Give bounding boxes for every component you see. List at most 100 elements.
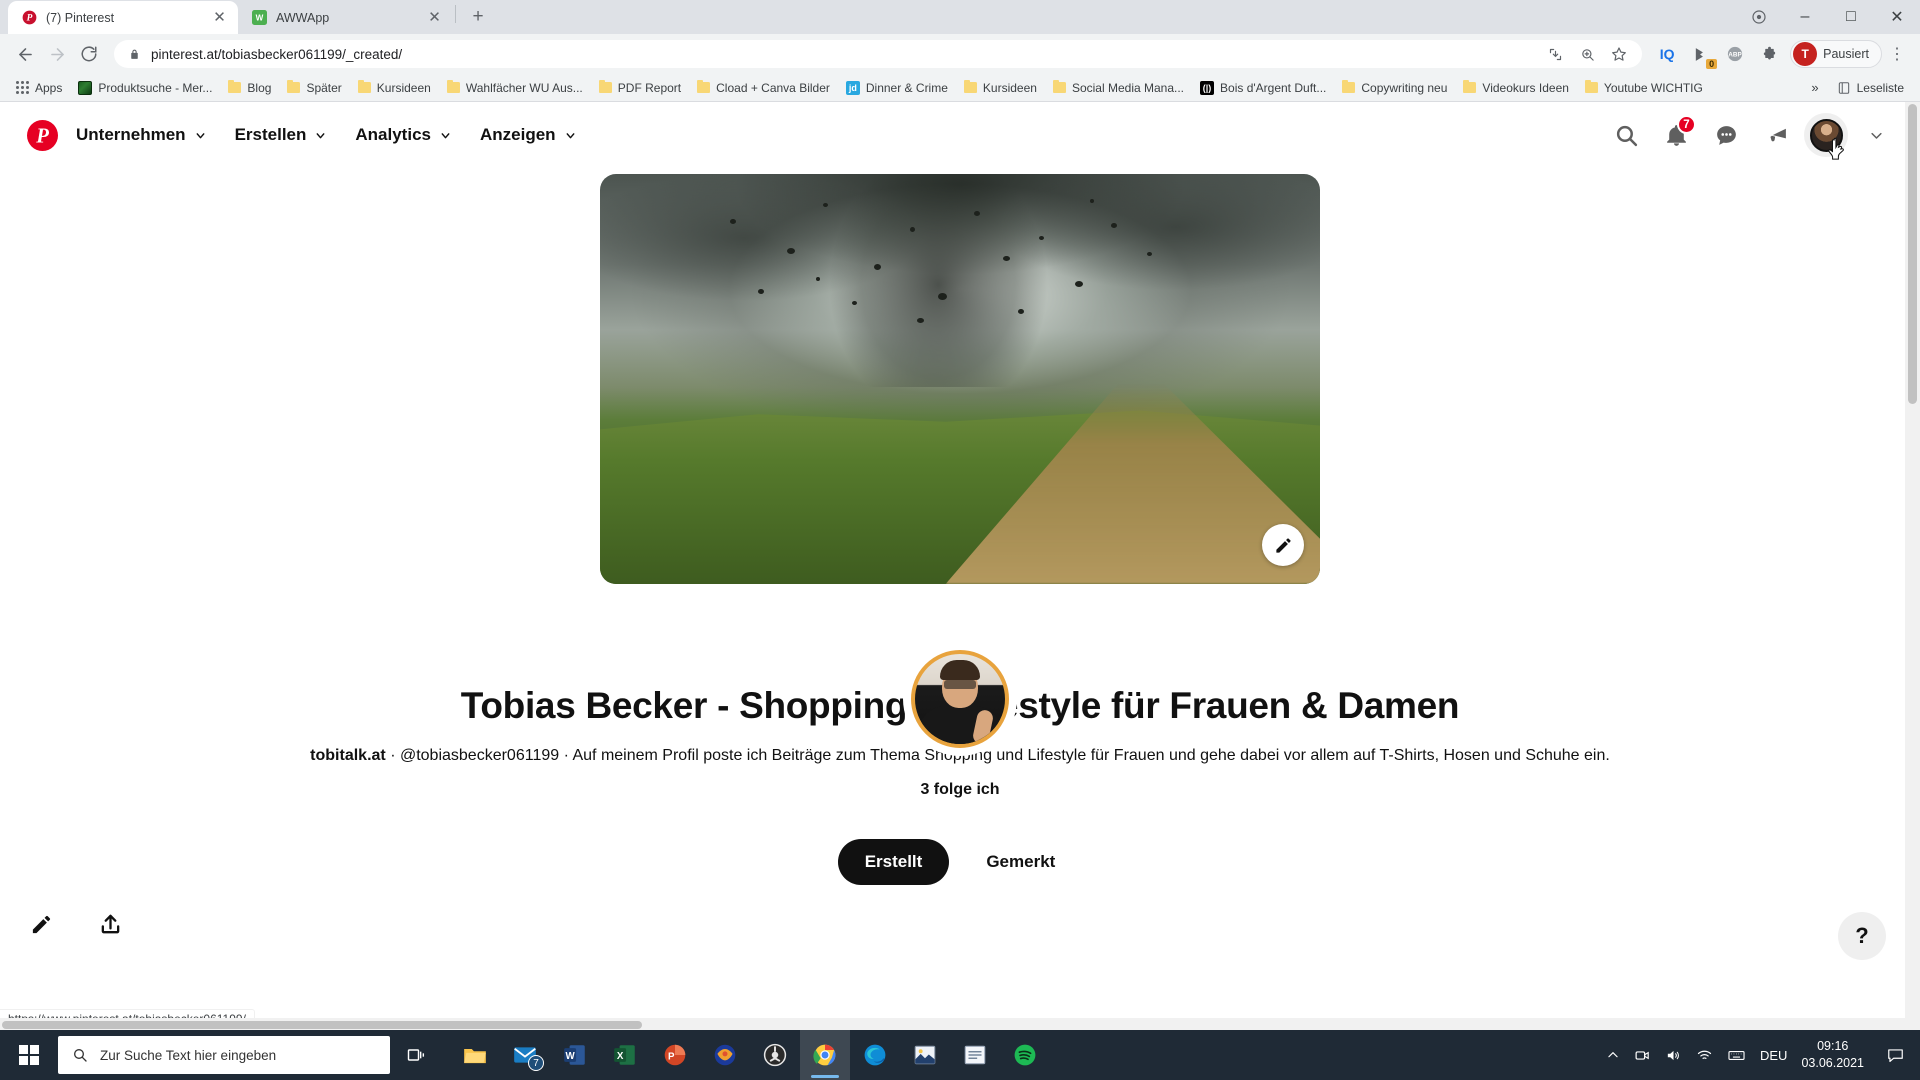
bookmark-label: Produktsuche - Mer... <box>98 80 213 95</box>
reload-icon[interactable] <box>74 39 104 69</box>
bookmark-star-icon[interactable] <box>1604 39 1634 69</box>
nav-item-anzeigen[interactable]: Anzeigen <box>466 115 591 155</box>
pinterest-favicon-icon: P <box>21 10 37 26</box>
bookmark-bois-dargent[interactable]: (|) Bois d'Argent Duft... <box>1192 78 1334 98</box>
bookmark-wahlfaecher[interactable]: Wahlfächer WU Aus... <box>439 78 591 98</box>
windows-start-icon[interactable] <box>0 1030 58 1080</box>
chrome-menu-icon[interactable]: ⋮ <box>1884 39 1910 69</box>
extensions-puzzle-icon[interactable] <box>1754 39 1784 69</box>
taskbar-app-google-chrome[interactable] <box>800 1030 850 1080</box>
close-window-button[interactable]: ✕ <box>1874 0 1920 34</box>
bookmark-label: Social Media Mana... <box>1071 80 1185 95</box>
language-indicator[interactable]: DEU <box>1760 1048 1787 1063</box>
nav-item-unternehmen[interactable]: Unternehmen <box>62 115 221 155</box>
minimize-button[interactable]: – <box>1782 0 1828 34</box>
bookmarks-bar: Apps Produktsuche - Mer... Blog Später K… <box>0 74 1920 102</box>
bookmark-apps[interactable]: Apps <box>8 78 70 98</box>
reading-list-button[interactable]: Leseliste <box>1829 78 1912 98</box>
bookmark-spaeter[interactable]: Später <box>279 78 349 98</box>
taskbar-app-spotify[interactable] <box>1000 1030 1050 1080</box>
nav-item-erstellen[interactable]: Erstellen <box>221 115 342 155</box>
apps-grid-icon <box>16 81 29 94</box>
help-button[interactable]: ? <box>1838 912 1886 960</box>
taskbar-app-notes[interactable] <box>950 1030 1000 1080</box>
nav-item-analytics[interactable]: Analytics <box>341 115 466 155</box>
bookmark-dinner-crime[interactable]: jd Dinner & Crime <box>838 78 956 98</box>
taskbar-app-thunderbird[interactable] <box>700 1030 750 1080</box>
clock[interactable]: 09:16 03.06.2021 <box>1801 1038 1864 1072</box>
adblock-plus-extension-icon[interactable]: ABP <box>1720 39 1750 69</box>
avatar-hair <box>940 660 980 680</box>
reading-list-icon <box>1837 81 1851 95</box>
address-bar-url: pinterest.at/tobiasbecker061199/_created… <box>151 46 403 62</box>
browser-tab-awwapp[interactable]: W AWWApp ✕ <box>238 1 453 34</box>
edit-pencil-icon[interactable] <box>30 913 53 936</box>
taskbar-search-input[interactable]: Zur Suche Text hier eingeben <box>58 1036 390 1074</box>
keyboard-icon[interactable] <box>1727 1046 1746 1065</box>
bookmark-blog[interactable]: Blog <box>220 78 279 98</box>
wifi-icon[interactable] <box>1696 1047 1713 1064</box>
bookmark-kursideen-1[interactable]: Kursideen <box>350 78 439 98</box>
action-center-icon[interactable] <box>1878 1030 1912 1080</box>
account-avatar-button[interactable] <box>1804 113 1848 160</box>
search-icon[interactable] <box>1604 113 1648 157</box>
task-view-icon[interactable] <box>390 1030 442 1080</box>
chrome-profile-button[interactable]: T Pausiert <box>1790 40 1882 68</box>
forward-icon[interactable] <box>42 39 72 69</box>
taskbar-app-microsoft-edge[interactable] <box>850 1030 900 1080</box>
taskbar-app-mail[interactable]: 7 <box>500 1030 550 1080</box>
share-upload-icon[interactable] <box>99 913 122 936</box>
address-bar[interactable]: pinterest.at/tobiasbecker061199/_created… <box>114 39 1643 69</box>
bookmark-cload-canva[interactable]: Cload + Canva Bilder <box>689 78 838 98</box>
following-count[interactable]: 3 folge ich <box>300 781 1620 799</box>
folder-icon <box>1584 80 1598 93</box>
new-tab-button[interactable]: + <box>464 3 492 31</box>
horizontal-scrollbar-thumb[interactable] <box>2 1021 642 1029</box>
bookmark-produktsuche[interactable]: Produktsuche - Mer... <box>70 78 220 98</box>
iq-extension-icon[interactable]: IQ <box>1652 39 1682 69</box>
maximize-button[interactable]: □ <box>1828 0 1874 34</box>
tab-erstellt[interactable]: Erstellt <box>837 838 950 885</box>
bookmark-videokurs[interactable]: Videokurs Ideen <box>1455 78 1577 98</box>
taskbar-app-excel[interactable]: X <box>600 1030 650 1080</box>
notifications-icon[interactable]: 7 <box>1654 113 1698 157</box>
bookmarks-overflow-icon[interactable]: » <box>1803 78 1826 97</box>
taskbar-app-photo-editor[interactable] <box>900 1030 950 1080</box>
vertical-scrollbar-thumb[interactable] <box>1908 104 1917 404</box>
taskbar-app-powerpoint[interactable]: P <box>650 1030 700 1080</box>
profile-website-link[interactable]: tobitalk.at <box>310 747 386 764</box>
pushbullet-extension-icon[interactable]: 0 <box>1686 39 1718 69</box>
messages-icon[interactable] <box>1704 113 1748 157</box>
bookmark-copywriting[interactable]: Copywriting neu <box>1334 78 1455 98</box>
profile-cover-wrap <box>0 174 1920 584</box>
cover-debris <box>600 174 1320 379</box>
folder-icon <box>357 80 371 93</box>
bookmark-youtube-wichtig[interactable]: Youtube WICHTIG <box>1577 78 1711 98</box>
chevron-down-icon <box>564 129 577 142</box>
tab-gemerkt[interactable]: Gemerkt <box>959 839 1082 885</box>
account-chevron-down-icon[interactable] <box>1854 113 1898 157</box>
browser-tab-title: (7) Pinterest <box>46 10 115 25</box>
taskbar-app-file-explorer[interactable] <box>450 1030 500 1080</box>
bookmark-kursideen-2[interactable]: Kursideen <box>956 78 1045 98</box>
taskbar-app-obs-studio[interactable] <box>750 1030 800 1080</box>
zoom-icon[interactable] <box>1572 39 1602 69</box>
meeting-camera-icon[interactable] <box>1634 1047 1651 1064</box>
volume-icon[interactable] <box>1665 1047 1682 1064</box>
pinterest-logo-icon[interactable]: P <box>22 115 62 155</box>
tab-close-icon[interactable]: ✕ <box>426 9 443 26</box>
install-app-icon[interactable] <box>1540 39 1570 69</box>
browser-tab-pinterest[interactable]: P (7) Pinterest ✕ <box>8 1 238 34</box>
chrome-extension-indicator-icon[interactable] <box>1736 0 1782 34</box>
edit-cover-button[interactable] <box>1262 524 1304 566</box>
mouse-cursor-pointer-icon <box>1826 137 1848 163</box>
back-icon[interactable] <box>10 39 40 69</box>
tray-overflow-chevron-icon[interactable] <box>1606 1048 1620 1062</box>
tab-close-icon[interactable]: ✕ <box>211 9 228 26</box>
vertical-scrollbar[interactable] <box>1905 102 1920 1032</box>
taskbar-app-word[interactable]: W <box>550 1030 600 1080</box>
lock-icon <box>128 48 141 61</box>
bookmark-pdf-report[interactable]: PDF Report <box>591 78 689 98</box>
ads-megaphone-icon[interactable] <box>1754 113 1798 157</box>
bookmark-social-media[interactable]: Social Media Mana... <box>1045 78 1192 98</box>
